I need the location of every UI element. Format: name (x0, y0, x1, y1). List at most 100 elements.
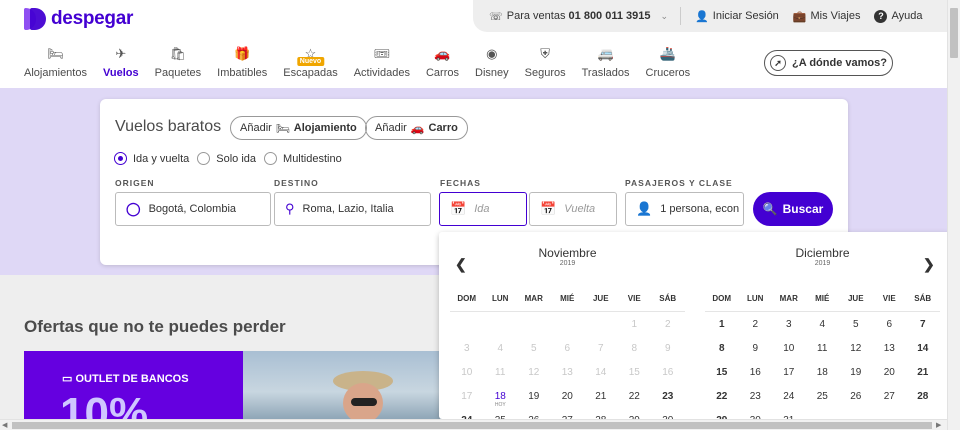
search-title: Vuelos baratos (115, 118, 222, 135)
month-name: Noviembre (538, 246, 597, 260)
nav-item-alojamientos[interactable]: 🛏 Alojamientos (16, 44, 95, 88)
calendar-week: 10 11 12 13 14 15 16 (450, 360, 685, 384)
calendar-day[interactable]: 8 (705, 343, 739, 354)
calendar-day[interactable]: 20 (551, 391, 585, 402)
where-to-go-button[interactable]: ➚ ¿A dónde vamos? (764, 50, 893, 76)
nav-label: Cruceros (645, 67, 691, 79)
radio-round-trip[interactable]: Ida y vuelta (114, 152, 189, 165)
calendar-day[interactable]: 25 (806, 391, 840, 402)
nav-item-actividades[interactable]: 🎟 Actividades (346, 44, 418, 88)
horizontal-scrollbar[interactable]: ◀ ▶ (0, 419, 947, 430)
calendar-day[interactable]: 14 (906, 343, 940, 354)
nav-item-seguros[interactable]: ⛨ Seguros (517, 44, 574, 88)
nav-item-cruceros[interactable]: 🚢 Cruceros (638, 44, 699, 88)
compass-icon: ➚ (770, 55, 787, 71)
radio-multi-city[interactable]: Multidestino (264, 152, 342, 165)
calendar-day[interactable]: 20 (873, 367, 907, 378)
help-link[interactable]: ? Ayuda (874, 9, 922, 23)
calendar-day: 13 (561, 366, 573, 378)
car-icon: 🚗 (410, 122, 425, 135)
my-trips-link[interactable]: 💼 Mis Viajes (793, 10, 861, 23)
nav-item-imbatibles[interactable]: 🎁 Imbatibles (209, 44, 275, 88)
promo-value: 10% (60, 389, 149, 419)
vertical-scrollbar[interactable] (947, 0, 960, 430)
calendar-day[interactable]: 22 (618, 391, 652, 402)
weekday-label: MAR (779, 294, 798, 303)
sales-phone-dropdown[interactable]: ☏ Para ventas 01 800 011 3915 ⌄ (489, 10, 668, 23)
offers-title: Ofertas que no te puedes perder (24, 317, 286, 336)
calendar-day: 12 (528, 366, 540, 378)
calendar-day[interactable]: 19 (517, 391, 551, 402)
calendar-day[interactable]: 11 (806, 343, 840, 354)
calendar-day[interactable]: 10 (772, 343, 806, 354)
add-car-label: Carro (428, 122, 458, 134)
month-november: Noviembre 2019 DOM LUN MAR MIÉ JUE VIE SÁB 1 2 3 4… (450, 246, 685, 419)
weekday-label: DOM (712, 294, 732, 303)
calendar-day[interactable]: 28 (906, 391, 940, 402)
bank-outlet-promo[interactable]: ▭ OUTLET DE BANCOS 10% (24, 351, 243, 419)
calendar-day[interactable]: 12 (839, 343, 873, 354)
calendar-day[interactable]: 5 (839, 319, 873, 330)
calendar-day[interactable]: 26 (839, 391, 873, 402)
calendar-day[interactable]: 17 (772, 367, 806, 378)
calendar-day[interactable]: 15 (705, 367, 739, 378)
calendar-day[interactable]: 4 (806, 319, 840, 330)
login-link[interactable]: 👤 Iniciar Sesión (695, 10, 779, 23)
radio-indicator (264, 152, 278, 165)
origin-value: Bogotá, Colombia (148, 203, 237, 215)
add-hotel-button[interactable]: Añadir 🛏 Alojamiento (230, 116, 367, 140)
suitcase-icon: 💼 (792, 10, 807, 23)
calendar-day[interactable]: 21 (906, 367, 940, 378)
scroll-thumb[interactable] (950, 8, 958, 58)
nav-label: Carros (425, 67, 459, 79)
radio-indicator (197, 152, 211, 165)
weekday-label: SÁB (914, 294, 932, 303)
nav-label: Escapadas (283, 67, 338, 79)
promo-photo[interactable] (243, 351, 443, 419)
calendar-day[interactable]: 23 (651, 391, 685, 402)
depart-date-field[interactable]: 📅 Ida (439, 192, 527, 226)
calendar-day[interactable]: 2 (739, 319, 773, 330)
add-car-button[interactable]: Añadir 🚗 Carro (365, 116, 468, 140)
calendar-day[interactable]: 24 (772, 391, 806, 402)
page-viewport: despegar ☏ Para ventas 01 800 011 3915 ⌄… (0, 0, 947, 419)
calendar-week: 8 9 10 11 12 13 14 (705, 336, 940, 360)
add-prefix: Añadir (240, 122, 272, 134)
scroll-left-icon[interactable]: ◀ (2, 421, 7, 429)
origin-field[interactable]: ◯ Bogotá, Colombia (115, 192, 271, 226)
help-icon: ? (874, 9, 888, 23)
radio-one-way[interactable]: Solo ida (197, 152, 256, 165)
nav-item-carros[interactable]: 🚗 Carros (418, 44, 467, 88)
scroll-right-icon[interactable]: ▶ (936, 421, 941, 429)
nav-item-disney[interactable]: ◉ Disney (467, 44, 517, 88)
passengers-field[interactable]: 👤 1 persona, econ (625, 192, 744, 226)
brand-logo[interactable]: despegar (24, 8, 133, 30)
calendar-day[interactable]: 22 (705, 391, 739, 402)
calendar-day[interactable]: 6 (873, 319, 907, 330)
scroll-thumb[interactable] (12, 422, 932, 429)
calendar-day[interactable]: 16 (739, 367, 773, 378)
return-date-field[interactable]: 📅 Vuelta (529, 192, 617, 226)
weekday-label: LUN (747, 294, 764, 303)
calendar-day[interactable]: 1 (705, 319, 739, 330)
nav-item-paquetes[interactable]: 🛍 Paquetes (147, 44, 209, 88)
calendar-day[interactable]: 3 (772, 319, 806, 330)
calendar-day[interactable]: 18 HOY (484, 391, 518, 408)
calendar-day[interactable]: 13 (873, 343, 907, 354)
calendar-day[interactable]: 27 (873, 391, 907, 402)
calendar-day[interactable]: 21 (584, 391, 618, 402)
nav-item-escapadas[interactable]: ☆ Nuevo Escapadas (275, 44, 345, 88)
nav-item-traslados[interactable]: 🚐 Traslados (574, 44, 638, 88)
nav-item-vuelos[interactable]: ✈ Vuelos (94, 44, 147, 90)
calendar-day[interactable]: 19 (839, 367, 873, 378)
weekday-header: DOM LUN MAR MIÉ JUE VIE SÁB (450, 294, 685, 312)
user-icon: 👤 (695, 10, 709, 23)
destination-field[interactable]: ⚲ Roma, Lazio, Italia (274, 192, 431, 226)
calendar-day[interactable]: 7 (906, 319, 940, 330)
calendar-day[interactable]: 9 (739, 343, 773, 354)
calendar-day[interactable]: 23 (739, 391, 773, 402)
nav-label: Traslados (581, 67, 630, 79)
search-button[interactable]: 🔍 Buscar (753, 192, 833, 226)
passengers-value: 1 persona, econ (660, 203, 740, 215)
calendar-day[interactable]: 18 (806, 367, 840, 378)
